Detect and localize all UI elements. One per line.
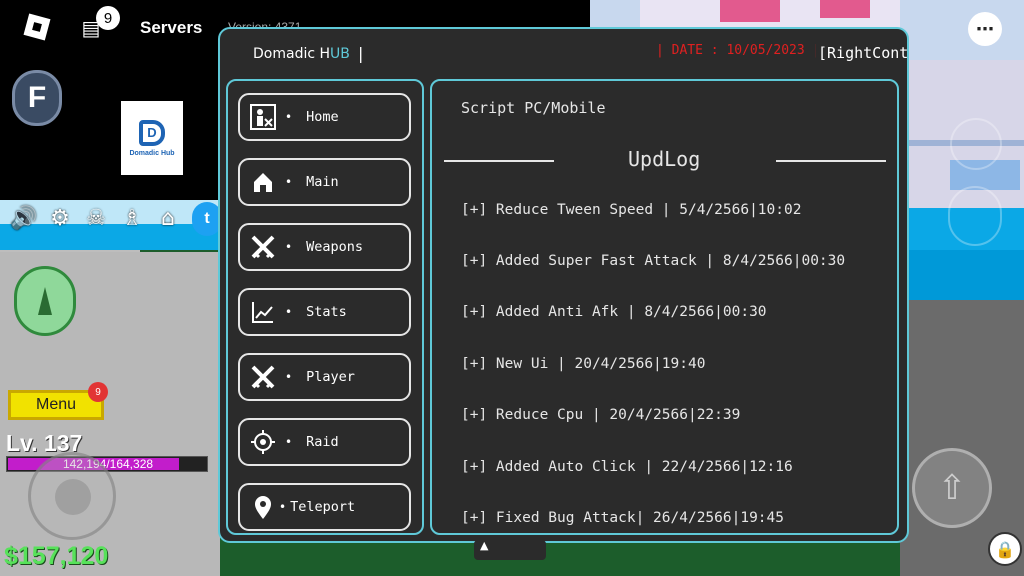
nav-label: Raid xyxy=(306,434,339,450)
log-item: [+] Fixed Bug Attack| 26/4/2566|19:45 xyxy=(461,510,785,526)
arrow-up-icon: ⇧ xyxy=(937,468,967,508)
menu-badge: 9 xyxy=(88,382,108,402)
skull-crossbones-icon[interactable]: ☠ xyxy=(80,202,112,234)
script-label: Script PC/Mobile xyxy=(461,99,606,117)
roblox-logo-icon[interactable] xyxy=(22,12,52,42)
script-hub-window: Domadic HUB | | DATE : 10/05/2023 | [ [R… xyxy=(218,27,909,543)
servers-label[interactable]: Servers xyxy=(140,18,202,38)
logo-caption: Domadic Hub xyxy=(129,149,175,157)
chat-badge: 9 xyxy=(96,6,120,30)
log-item: [+] Added Anti Afk | 8/4/2566|00:30 xyxy=(461,304,767,320)
hub-date: | DATE : 10/05/2023 | [ xyxy=(656,43,816,58)
logo-mark: D xyxy=(139,119,165,146)
hub-keybind: [RightContr xyxy=(818,44,909,62)
hub-title-accent: UB xyxy=(330,46,350,62)
ability-button[interactable] xyxy=(948,186,1002,246)
log-item: [+] Added Super Fast Attack | 8/4/2566|0… xyxy=(461,253,846,269)
nav-panel[interactable]: • Home • Main • Weapons • Stats • Player… xyxy=(226,79,424,535)
log-item: [+] Reduce Cpu | 20/4/2566|22:39 xyxy=(461,407,741,423)
back-icon: F xyxy=(27,81,47,114)
game-toolbar: 🔊 ⚙ ☠ ♗ ⌂ xyxy=(8,202,184,234)
hotbar-icon[interactable]: ▲ xyxy=(480,539,488,552)
domadic-hub-logo[interactable]: D Domadic Hub xyxy=(121,101,183,175)
crossed-swords-icon xyxy=(249,363,277,391)
log-item: [+] Reduce Tween Speed | 5/4/2566|10:02 xyxy=(461,202,802,218)
shift-lock-button[interactable]: 🔒 xyxy=(988,532,1022,566)
person-icon[interactable]: ♗ xyxy=(116,202,148,234)
nav-item-player[interactable]: • Player xyxy=(238,353,411,401)
roof xyxy=(720,0,780,22)
hub-title-main: Domadic H xyxy=(253,46,331,62)
divider xyxy=(776,160,886,162)
jump-button[interactable]: ⇧ xyxy=(912,448,992,528)
house-icon xyxy=(249,168,277,196)
twitter-glyph: t xyxy=(204,210,210,227)
divider xyxy=(444,160,554,162)
title-separator: | xyxy=(358,44,364,63)
nav-label: Weapons xyxy=(306,239,363,255)
roof xyxy=(820,0,870,18)
nav-item-weapons[interactable]: • Weapons xyxy=(238,223,411,271)
ability-button[interactable] xyxy=(950,118,1002,170)
nav-item-teleport[interactable]: • Teleport xyxy=(238,483,411,531)
nav-label: Teleport xyxy=(290,499,356,515)
nav-label: Player xyxy=(306,369,355,385)
home-icon[interactable]: ⌂ xyxy=(152,202,184,234)
crossed-swords-icon xyxy=(249,233,277,261)
lock-icon: 🔒 xyxy=(995,539,1015,559)
nav-label: Stats xyxy=(306,304,347,320)
content-panel[interactable]: Script PC/Mobile UpdLog [+] Reduce Tween… xyxy=(430,79,899,535)
more-options-button[interactable]: ⋯ xyxy=(968,12,1002,46)
nav-item-raid[interactable]: • Raid xyxy=(238,418,411,466)
compass-icon[interactable] xyxy=(14,266,76,336)
updlog-title: UpdLog xyxy=(628,147,701,171)
log-item: [+] New Ui | 20/4/2566|19:40 xyxy=(461,356,706,372)
money-label: $157,120 xyxy=(4,542,109,570)
home-person-icon xyxy=(249,103,277,131)
chart-icon xyxy=(249,298,277,326)
nav-item-home[interactable]: • Home xyxy=(238,93,411,141)
nav-item-main[interactable]: • Main xyxy=(238,158,411,206)
location-pin-icon xyxy=(249,493,277,521)
movement-joystick[interactable] xyxy=(28,452,116,540)
nav-label: Home xyxy=(306,109,339,125)
gear-icon[interactable]: ⚙ xyxy=(44,202,76,234)
nav-item-stats[interactable]: • Stats xyxy=(238,288,411,336)
crosshair-icon xyxy=(249,428,277,456)
hub-title: Domadic HUB xyxy=(253,46,350,62)
nav-label: Main xyxy=(306,174,339,190)
back-button[interactable]: F xyxy=(12,70,62,126)
volume-icon[interactable]: 🔊 xyxy=(8,202,40,234)
log-item: [+] Added Auto Click | 22/4/2566|12:16 xyxy=(461,459,793,475)
